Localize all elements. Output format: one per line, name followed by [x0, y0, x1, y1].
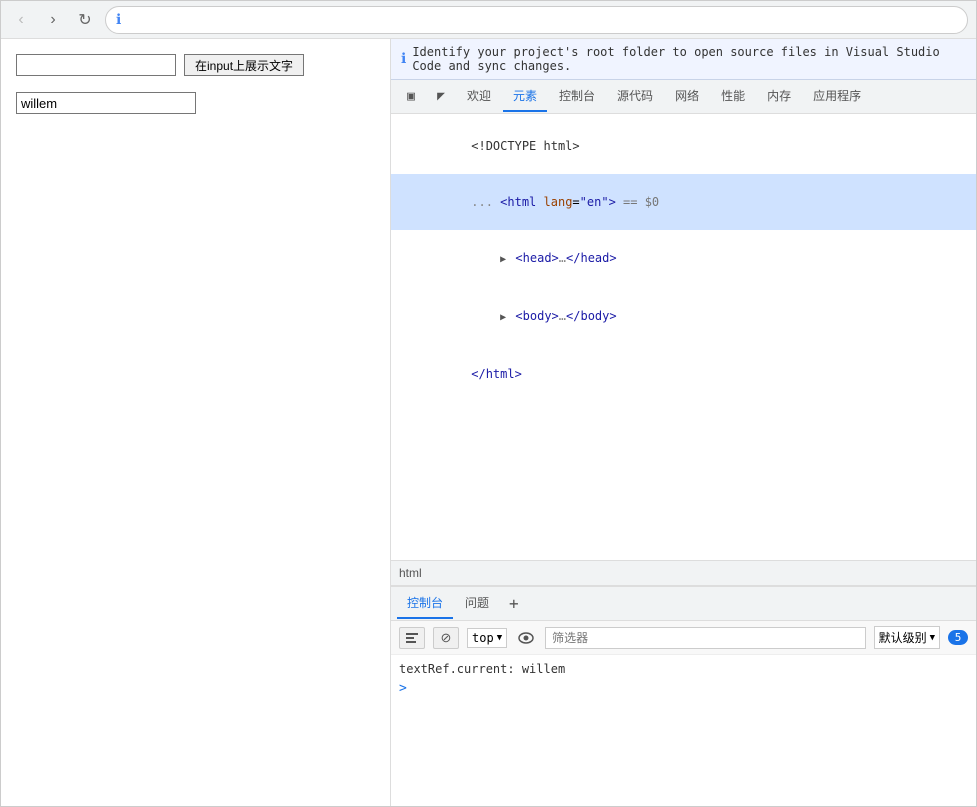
devtools-top-tabs: ▣ ◤ 欢迎 元素 控制台 源代码 网络 性能 内存 应用程序 [391, 80, 976, 114]
devtools-breadcrumb: html [391, 560, 976, 586]
html-line-body[interactable]: ▶ <body>…</body> [391, 288, 976, 346]
eye-button[interactable] [515, 627, 537, 649]
console-tabs: 控制台 问题 + [391, 587, 976, 621]
infobar-icon: ℹ [401, 51, 406, 67]
page-text-input[interactable] [16, 54, 176, 76]
breadcrumb-text[interactable]: html [399, 566, 422, 580]
html-line-html[interactable]: ... <html lang="en"> == $0 [391, 174, 976, 230]
console-prompt[interactable]: > [399, 679, 968, 699]
devtools-panel: ℹ Identify your project's root folder to… [391, 39, 976, 806]
console-badge: 5 [948, 630, 968, 645]
filter-input[interactable] [545, 627, 865, 649]
back-button[interactable]: ‹ [9, 8, 33, 32]
html-line-doctype: <!DOCTYPE html> [391, 118, 976, 174]
page-area: 在input上展示文字 [1, 39, 391, 806]
tab-welcome[interactable]: 欢迎 [457, 81, 501, 112]
main-content: 在input上展示文字 ℹ Identify your project's ro… [1, 39, 976, 806]
infobar-text: Identify your project's root folder to o… [412, 45, 966, 73]
console-tab-console[interactable]: 控制台 [397, 588, 453, 619]
page-controls: 在input上展示文字 [16, 54, 375, 76]
tab-memory[interactable]: 内存 [757, 81, 801, 112]
elements-panel: <!DOCTYPE html> ... <html lang="en"> == … [391, 114, 976, 560]
devtools-infobar: ℹ Identify your project's root folder to… [391, 39, 976, 80]
tab-performance[interactable]: 性能 [711, 81, 755, 112]
add-tab-button[interactable]: + [501, 590, 527, 617]
device-icon[interactable]: ◤ [427, 83, 455, 111]
browser-window: ‹ › ↻ ℹ localhost:3000 在input上展示文字 ℹ Ide… [0, 0, 977, 807]
tab-sources[interactable]: 源代码 [607, 81, 663, 112]
address-input[interactable]: localhost:3000 [127, 12, 957, 27]
address-bar: ℹ localhost:3000 [105, 6, 968, 34]
top-label: top [472, 631, 494, 645]
inspect-icon[interactable]: ▣ [397, 83, 425, 111]
level-label: 默认级别 [879, 629, 927, 646]
eye-icon [518, 632, 534, 644]
tab-console[interactable]: 控制台 [549, 81, 605, 112]
dropdown-arrow-icon: ▼ [497, 633, 502, 643]
reload-button[interactable]: ↻ [73, 8, 97, 32]
browser-toolbar: ‹ › ↻ ℹ localhost:3000 [1, 1, 976, 39]
console-tab-issues[interactable]: 问题 [455, 588, 499, 619]
console-toolbar: ⊘ top ▼ 默认级别 ▼ [391, 621, 976, 655]
clear-icon [405, 631, 419, 645]
tab-network[interactable]: 网络 [665, 81, 709, 112]
top-frame-selector[interactable]: top ▼ [467, 628, 507, 648]
tab-elements[interactable]: 元素 [503, 81, 547, 112]
html-line-html-close: </html> [391, 346, 976, 402]
security-icon: ℹ [116, 11, 121, 28]
tab-application[interactable]: 应用程序 [803, 81, 871, 112]
display-input[interactable] [16, 92, 196, 114]
no-entry-button[interactable]: ⊘ [433, 627, 459, 649]
no-entry-icon: ⊘ [441, 630, 452, 646]
console-output-line: textRef.current: willem [399, 659, 968, 679]
level-dropdown-icon: ▼ [930, 633, 935, 643]
forward-button[interactable]: › [41, 8, 65, 32]
console-area: 控制台 问题 + ⊘ [391, 586, 976, 806]
html-line-head[interactable]: ▶ <head>…</head> [391, 230, 976, 288]
console-output: textRef.current: willem > [391, 655, 976, 806]
show-in-input-button[interactable]: 在input上展示文字 [184, 54, 304, 76]
log-level-selector[interactable]: 默认级别 ▼ [874, 626, 940, 649]
clear-console-button[interactable] [399, 627, 425, 649]
